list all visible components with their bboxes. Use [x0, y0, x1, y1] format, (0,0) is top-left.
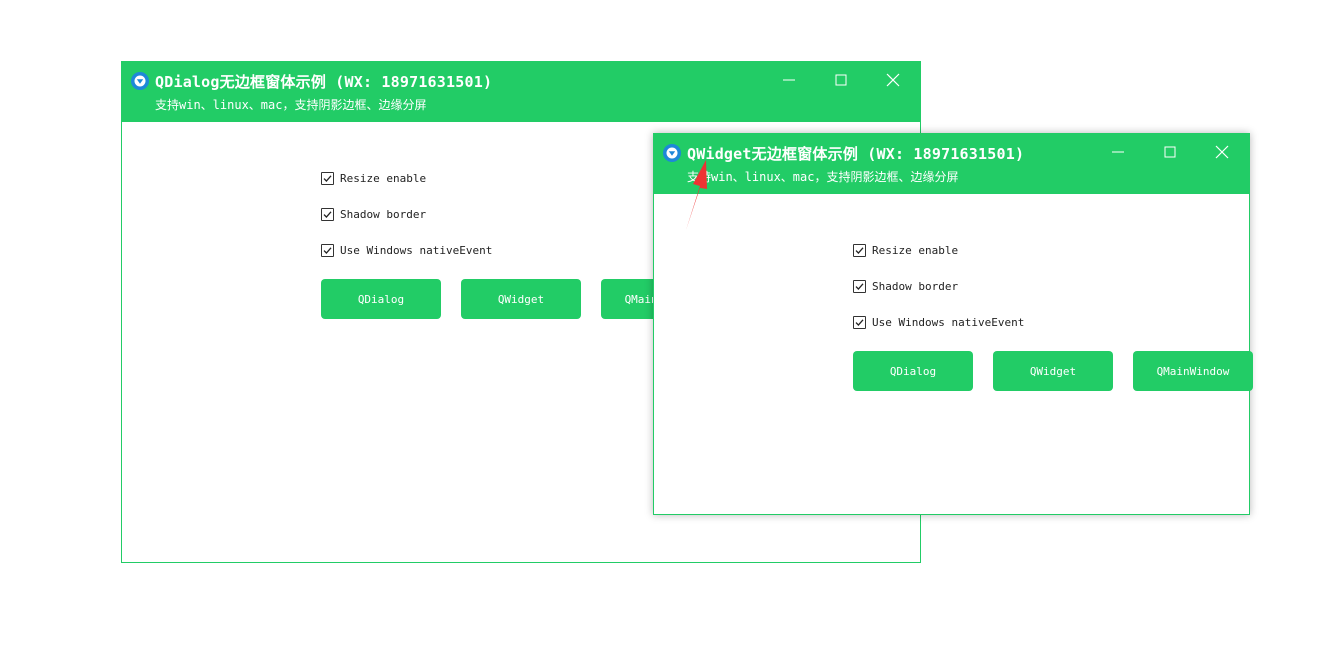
checkbox-checked-icon[interactable]: [321, 171, 334, 185]
minimize-icon: [1112, 151, 1124, 153]
minimize-button[interactable]: [769, 66, 809, 94]
close-icon: [886, 73, 900, 87]
minimize-button[interactable]: [1098, 138, 1138, 166]
qwidget-title-bar[interactable]: QWidget无边框窗体示例 (WX: 18971631501) 支持win、l…: [654, 134, 1249, 194]
native-event-checkbox[interactable]: Use Windows nativeEvent: [853, 314, 1024, 330]
window-title: QWidget无边框窗体示例 (WX: 18971631501): [687, 145, 1025, 163]
maximize-icon: [835, 74, 847, 86]
resize-enable-checkbox[interactable]: Resize enable: [853, 242, 958, 258]
resize-enable-checkbox[interactable]: Resize enable: [321, 170, 426, 186]
app-logo-icon: [131, 72, 149, 90]
checkbox-label: Shadow border: [340, 207, 427, 221]
checkbox-label: Resize enable: [340, 171, 427, 185]
qwidget-content: Resize enable Shadow border Use Windows …: [654, 194, 1253, 514]
maximize-button[interactable]: [1150, 138, 1190, 166]
close-button[interactable]: [1202, 138, 1242, 166]
window-title: QDialog无边框窗体示例 (WX: 18971631501): [155, 73, 493, 91]
checkbox-checked-icon[interactable]: [853, 315, 866, 329]
qwidget-button[interactable]: QWidget: [993, 351, 1113, 391]
maximize-icon: [1164, 146, 1176, 158]
minimize-icon: [783, 79, 795, 81]
qdialog-button[interactable]: QDialog: [853, 351, 973, 391]
app-logo-icon: [663, 144, 681, 162]
checkbox-label: Resize enable: [872, 243, 959, 257]
checkbox-checked-icon[interactable]: [321, 243, 334, 257]
checkbox-label: Shadow border: [872, 279, 959, 293]
qwidget-button[interactable]: QWidget: [461, 279, 581, 319]
shadow-border-checkbox[interactable]: Shadow border: [853, 278, 958, 294]
qmainwindow-button[interactable]: QMainWindow: [1133, 351, 1253, 391]
checkbox-checked-icon[interactable]: [853, 243, 866, 257]
qdialog-title-bar[interactable]: QDialog无边框窗体示例 (WX: 18971631501) 支持win、l…: [122, 62, 920, 122]
shadow-border-checkbox[interactable]: Shadow border: [321, 206, 426, 222]
qwidget-window[interactable]: QWidget无边框窗体示例 (WX: 18971631501) 支持win、l…: [653, 133, 1253, 515]
qdialog-button[interactable]: QDialog: [321, 279, 441, 319]
checkbox-checked-icon[interactable]: [321, 207, 334, 221]
window-subtitle: 支持win、linux、mac，支持阴影边框、边缘分屏: [155, 98, 427, 112]
checkbox-label: Use Windows nativeEvent: [872, 315, 1025, 329]
window-subtitle: 支持win、linux、mac，支持阴影边框、边缘分屏: [687, 170, 959, 184]
close-button[interactable]: [873, 66, 913, 94]
close-icon: [1215, 145, 1229, 159]
checkbox-checked-icon[interactable]: [853, 279, 866, 293]
maximize-button[interactable]: [821, 66, 861, 94]
checkbox-label: Use Windows nativeEvent: [340, 243, 493, 257]
native-event-checkbox[interactable]: Use Windows nativeEvent: [321, 242, 492, 258]
